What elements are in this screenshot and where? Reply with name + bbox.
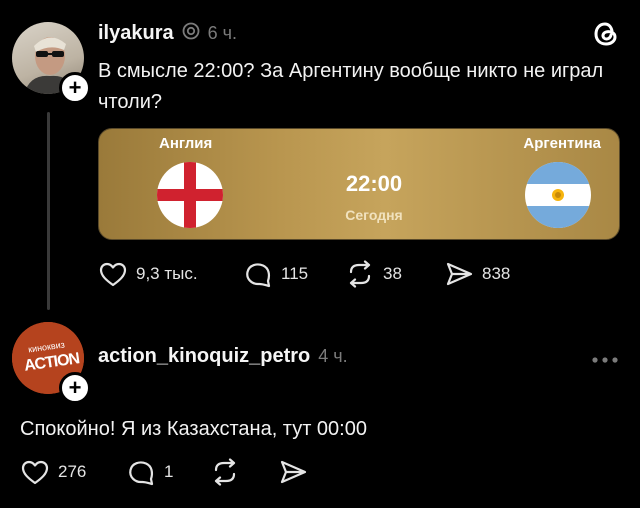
share-button[interactable]: 838 — [444, 260, 510, 288]
match-card[interactable]: Англия Аргентина 22:00 Сегодня — [98, 128, 620, 240]
like-count: 9,3 тыс. — [136, 264, 198, 283]
repost-icon — [214, 458, 236, 486]
away-team-name: Аргентина — [523, 135, 601, 152]
follow-plus-icon[interactable]: + — [59, 72, 91, 104]
repost-icon — [349, 260, 371, 288]
post-username[interactable]: ilyakura — [98, 22, 174, 45]
heart-icon — [21, 460, 49, 485]
match-time: 22:00 — [345, 171, 403, 196]
reply-repost-button[interactable] — [210, 458, 240, 486]
reply-share-button[interactable] — [278, 458, 308, 486]
threads-logo-icon[interactable] — [590, 18, 622, 55]
reply-count: 115 — [281, 264, 309, 283]
reply-reply-count: 1 — [164, 462, 174, 481]
heart-icon — [99, 262, 127, 287]
match-day: Сегодня — [345, 207, 403, 223]
reply-header: action_kinoquiz_petro 4 ч. — [98, 345, 348, 368]
reply-like-count: 276 — [58, 462, 87, 481]
comment-icon — [129, 461, 154, 486]
reply-button[interactable]: 115 — [243, 260, 308, 288]
thread-connector-line — [47, 112, 50, 310]
follow-plus-icon[interactable]: + — [59, 372, 91, 404]
threads-badge-icon — [182, 22, 200, 45]
comment-icon — [246, 263, 271, 288]
share-count: 838 — [482, 264, 511, 283]
home-team-name: Англия — [159, 135, 213, 152]
repost-button[interactable]: 38 — [345, 260, 402, 288]
england-flag-icon — [157, 162, 223, 228]
reply-time: 4 ч. — [318, 346, 348, 366]
reply-username[interactable]: action_kinoquiz_petro — [98, 345, 310, 368]
post-time: 6 ч. — [207, 23, 237, 43]
post-header: ilyakura 6 ч. — [98, 22, 237, 45]
send-icon — [280, 460, 307, 484]
post-text: В смысле 22:00? За Аргентину вообще никт… — [98, 60, 604, 113]
send-icon — [446, 262, 473, 286]
reply-text: Спокойно! Я из Казахстана, тут 00:00 — [20, 418, 367, 440]
reply-like-button[interactable]: 276 — [20, 458, 86, 486]
reply-reply-button[interactable]: 1 — [126, 458, 173, 486]
argentina-flag-icon — [525, 162, 591, 228]
more-options-icon[interactable] — [590, 352, 620, 370]
repost-count: 38 — [383, 264, 402, 283]
like-button[interactable]: 9,3 тыс. — [98, 260, 198, 288]
